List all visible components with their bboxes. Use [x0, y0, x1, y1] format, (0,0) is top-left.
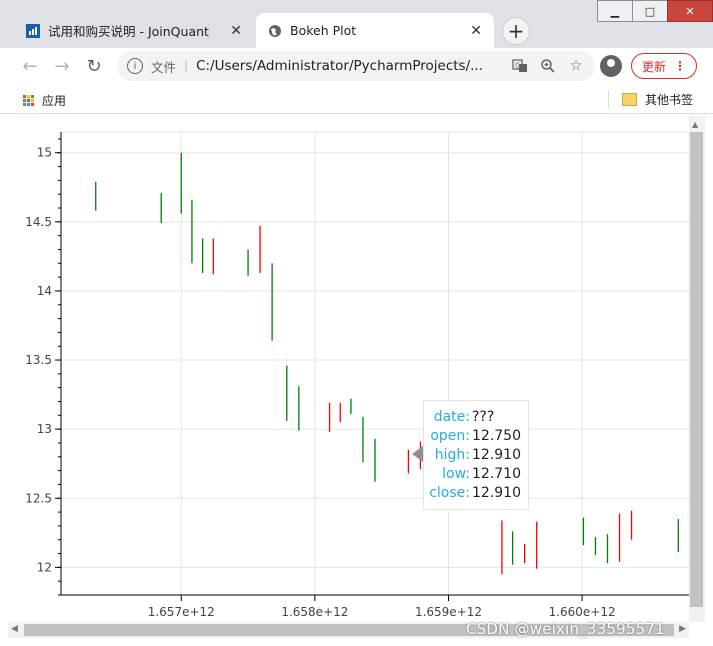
browser-toolbar: ← → ↻ i 文件 | C:/Users/Administrator/Pych… — [0, 48, 713, 84]
y-tick-label: 14 — [37, 284, 52, 298]
new-tab-button[interactable]: + — [502, 17, 530, 45]
more-menu-icon[interactable]: ⋮ — [674, 59, 686, 73]
vertical-scroll-thumb[interactable] — [690, 132, 703, 607]
reload-button[interactable]: ↻ — [82, 54, 106, 78]
url-text[interactable]: C:/Users/Administrator/PycharmProjects/.… — [196, 58, 501, 74]
scroll-left-icon[interactable]: ◀ — [11, 624, 18, 634]
address-bar[interactable]: i 文件 | C:/Users/Administrator/PycharmPro… — [117, 51, 595, 81]
x-tick-label: 1.660e+12 — [549, 605, 616, 619]
tooltip-row-close: close: 12.910 — [429, 485, 521, 501]
y-tick-label: 15 — [37, 146, 52, 160]
csdn-watermark: CSDN @weixin_33595571 — [466, 620, 665, 638]
x-tick-label: 1.657e+12 — [148, 605, 215, 619]
tab-joinquant[interactable]: 试用和购买说明 - JoinQuant ✕ — [14, 13, 254, 48]
back-button[interactable]: ← — [18, 54, 42, 78]
joinquant-favicon-icon — [26, 23, 40, 38]
scheme-label: 文件 — [151, 59, 177, 75]
y-tick-label: 14.5 — [25, 215, 52, 229]
info-icon[interactable]: i — [127, 58, 143, 74]
separator: | — [184, 59, 189, 73]
minimize-button[interactable]: ▁ — [597, 0, 633, 22]
other-bookmarks[interactable]: 其他书签 — [621, 91, 693, 108]
zoom-icon[interactable] — [539, 58, 557, 74]
bokeh-ohlc-chart[interactable]: 12 12.5 13 13.5 14 14.5 15 1.657e+12 1.658e+12 1.… — [8, 116, 705, 640]
globe-icon — [268, 24, 282, 38]
profile-avatar-icon[interactable] — [600, 55, 622, 77]
y-tick-label: 12.5 — [25, 491, 52, 505]
window-controls: ▁ □ ✕ — [597, 0, 713, 22]
plot-frame — [60, 131, 690, 596]
tab-bokeh-plot[interactable]: Bokeh Plot ✕ — [256, 13, 494, 48]
title-bar: 试用和购买说明 - JoinQuant ✕ Bokeh Plot ✕ + ▁ □… — [0, 0, 713, 48]
tab-title: 试用和购买说明 - JoinQuant — [48, 24, 209, 39]
maximize-button[interactable]: □ — [632, 0, 668, 22]
ohlc-bars — [95, 152, 702, 575]
update-button[interactable]: 更新 ⋮ — [631, 53, 697, 79]
tooltip-pointer — [412, 446, 423, 462]
grid-lines — [60, 131, 690, 596]
tooltip-row-date: date:??? — [433, 409, 495, 425]
chart-axes: 12 12.5 13 13.5 14 14.5 15 1.657e+12 1.658e+12 1.… — [25, 132, 689, 619]
bookmark-star-icon[interactable]: ☆ — [567, 58, 585, 74]
y-tick-label: 12 — [37, 560, 52, 574]
close-tab-icon[interactable]: ✕ — [470, 23, 482, 39]
apps-grid-icon — [23, 95, 34, 106]
page-content: 12 12.5 13 13.5 14 14.5 15 1.657e+12 1.658e+12 1.… — [8, 116, 705, 640]
bookmarks-bar: 应用 其他书签 — [0, 84, 713, 114]
apps-label: 应用 — [42, 94, 67, 108]
forward-button[interactable]: → — [50, 54, 74, 78]
bookmarks-divider — [608, 90, 609, 108]
vertical-scrollbar[interactable]: ▲ — [689, 116, 705, 622]
y-tick-label: 13.5 — [25, 353, 52, 367]
scroll-right-icon[interactable]: ▶ — [679, 624, 686, 634]
y-tick-label: 13 — [37, 422, 52, 436]
apps-shortcut[interactable]: 应用 — [23, 92, 66, 109]
x-tick-label: 1.658e+12 — [281, 605, 348, 619]
x-tick-label: 1.659e+12 — [415, 605, 482, 619]
update-label: 更新 — [641, 59, 666, 74]
hover-tooltip: date:??? open: 12.750 high: 12.910 low: 12.… — [412, 400, 529, 510]
other-bookmarks-label: 其他书签 — [644, 93, 693, 107]
translate-icon[interactable]: G — [511, 58, 529, 74]
tab-title: Bokeh Plot — [290, 23, 357, 38]
tooltip-row-low: low: 12.710 — [442, 466, 521, 482]
close-tab-icon[interactable]: ✕ — [230, 23, 242, 39]
close-window-button[interactable]: ✕ — [667, 0, 713, 22]
tooltip-row-high: high: 12.910 — [434, 447, 521, 463]
tooltip-row-open: open: 12.750 — [430, 428, 521, 444]
folder-icon — [621, 93, 637, 106]
scroll-up-icon[interactable]: ▲ — [692, 120, 698, 129]
